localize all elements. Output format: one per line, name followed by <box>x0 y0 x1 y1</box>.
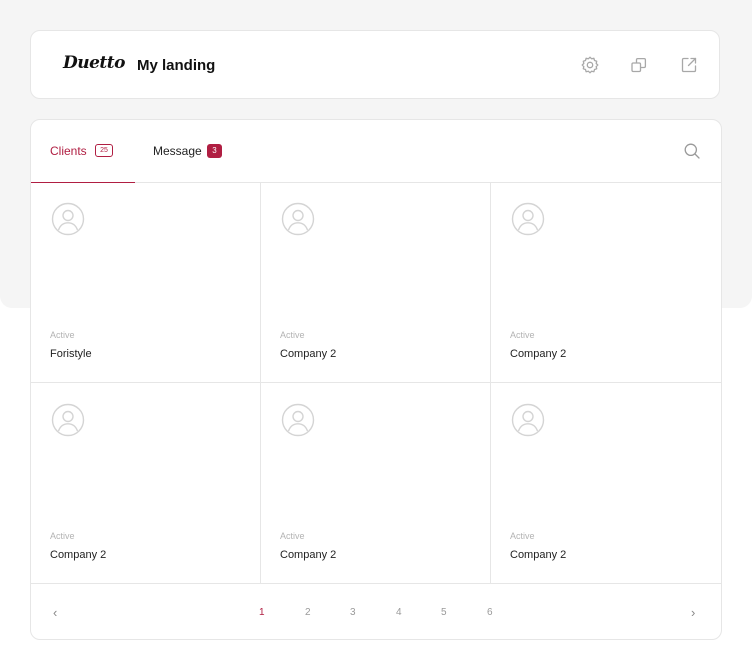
client-status: Active <box>280 531 305 541</box>
page-button[interactable]: 6 <box>487 607 493 618</box>
user-avatar-icon <box>281 403 315 437</box>
user-avatar-icon <box>511 403 545 437</box>
client-status: Active <box>280 330 305 340</box>
client-card[interactable]: Active Company 2 <box>261 182 491 383</box>
search-icon[interactable] <box>683 142 701 160</box>
next-page-button[interactable]: › <box>691 605 695 620</box>
page-button[interactable]: 5 <box>441 607 447 618</box>
tab-clients[interactable]: Clients 25 <box>31 120 135 183</box>
copy-icon[interactable] <box>629 55 649 75</box>
user-avatar-icon <box>51 403 85 437</box>
page-title: My landing <box>137 57 216 74</box>
client-status: Active <box>510 531 535 541</box>
client-card[interactable]: Active Company 2 <box>491 182 721 383</box>
client-card[interactable]: Active Company 2 <box>31 383 261 584</box>
tab-bar: Clients 25 Message 3 <box>31 120 721 183</box>
message-count-badge: 3 <box>207 144 222 158</box>
clients-panel: Clients 25 Message 3 Active Foristyle Ac… <box>30 119 722 640</box>
user-avatar-icon <box>281 202 315 236</box>
page-button[interactable]: 3 <box>350 607 356 618</box>
page-button[interactable]: 2 <box>305 607 311 618</box>
user-avatar-icon <box>511 202 545 236</box>
client-name: Company 2 <box>50 549 107 561</box>
client-status: Active <box>510 330 535 340</box>
client-name: Company 2 <box>280 348 337 360</box>
client-status: Active <box>50 531 75 541</box>
client-status: Active <box>50 330 75 340</box>
user-avatar-icon <box>51 202 85 236</box>
prev-page-button[interactable]: ‹ <box>53 605 57 620</box>
tab-message-label: Message <box>153 144 202 158</box>
tab-message[interactable]: Message 3 <box>135 120 245 182</box>
gear-icon[interactable] <box>580 55 600 75</box>
client-name: Company 2 <box>280 549 337 561</box>
client-name: Foristyle <box>50 348 92 360</box>
tab-clients-label: Clients <box>50 144 87 158</box>
page-button[interactable]: 4 <box>396 607 402 618</box>
client-name: Company 2 <box>510 549 567 561</box>
client-card[interactable]: Active Company 2 <box>491 383 721 584</box>
clients-count-badge: 25 <box>95 144 113 157</box>
duetto-logo: Duetto <box>63 53 125 73</box>
client-card[interactable]: Active Company 2 <box>261 383 491 584</box>
client-name: Company 2 <box>510 348 567 360</box>
page-button[interactable]: 1 <box>259 607 265 618</box>
pagination: ‹ 1 2 3 4 5 6 › <box>31 584 721 639</box>
header-bar: Duetto My landing <box>30 30 720 99</box>
external-link-icon[interactable] <box>679 55 699 75</box>
client-card[interactable]: Active Foristyle <box>31 182 261 383</box>
